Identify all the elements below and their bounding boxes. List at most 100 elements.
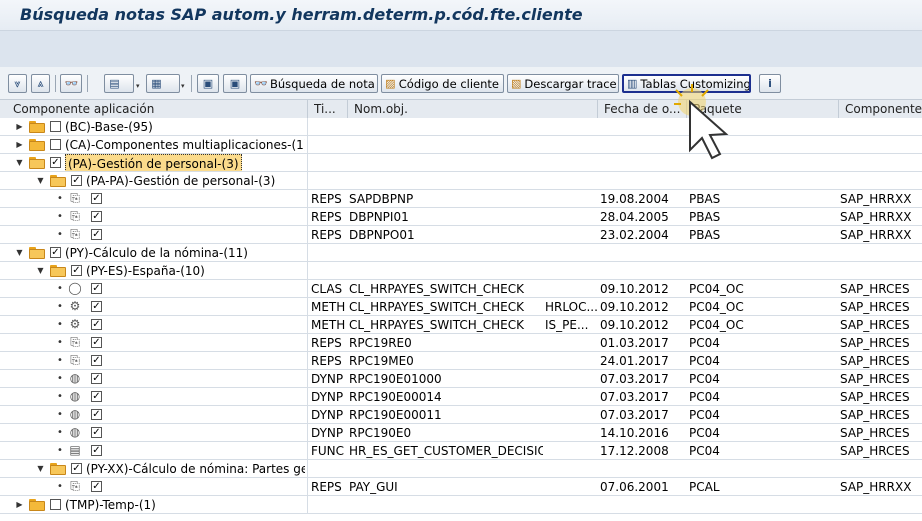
collapse-all-button[interactable]: ⩓ xyxy=(31,74,50,93)
report-icon: ⎘ xyxy=(70,209,80,223)
object-row[interactable]: • ⎘ ✓ REPS SAPDBPNP 19.08.2004 PBAS SAP_HRRXX xyxy=(0,190,922,208)
tree-node-label[interactable]: (PY)-Cálculo de la nómina-(11) xyxy=(65,244,248,262)
col-componente-aplicacion[interactable]: Componente aplicación xyxy=(13,100,303,119)
export-button[interactable]: ▣ xyxy=(223,74,247,93)
tree-node-row[interactable]: ▼ ✓ (PA-PA)-Gestión de personal-(3) xyxy=(0,172,922,190)
tree-node-row[interactable]: ▶ (BC)-Base-(95) xyxy=(0,118,922,136)
object-row[interactable]: • ◍ ✓ DYNP RPC190E01000 07.03.2017 PC04 SAP_HRC… xyxy=(0,370,922,388)
print-button[interactable]: ▤ xyxy=(104,74,134,93)
leaf-bullet-icon: • xyxy=(57,373,63,384)
details-icon: ▣ xyxy=(202,77,214,90)
tree-node-row[interactable]: ▼ ✓ (PY-XX)-Cálculo de nómina: Partes gene xyxy=(0,460,922,478)
expand-all-button[interactable]: ⩔ xyxy=(8,74,27,93)
expand-node-icon[interactable]: ▶ xyxy=(15,136,24,154)
info-icon: i xyxy=(768,77,772,90)
node-checkbox[interactable] xyxy=(50,121,61,132)
node-checkbox[interactable]: ✓ xyxy=(50,157,61,168)
tree-node-label[interactable]: (PA-PA)-Gestión de personal-(3) xyxy=(86,172,275,190)
tree-node-label[interactable]: (PY-ES)-España-(10) xyxy=(86,262,205,280)
object-checkbox[interactable]: ✓ xyxy=(91,193,102,204)
node-checkbox[interactable]: ✓ xyxy=(71,265,82,276)
busqueda-nota-button[interactable]: 👓 Búsqueda de nota xyxy=(250,74,378,93)
object-type: METH xyxy=(311,300,346,314)
object-component: SAP_HRRXX xyxy=(840,480,912,494)
expand-node-icon[interactable]: ▶ xyxy=(15,496,24,514)
tree-node-label[interactable]: (PA)-Gestión de personal-(3) xyxy=(65,154,242,172)
object-subname xyxy=(545,334,597,352)
col-componente[interactable]: Componente xyxy=(845,100,922,119)
object-name: RPC190E00011 xyxy=(349,408,442,422)
object-row[interactable]: • ◯ ✓ CLAS CL_HRPAYES_SWITCH_CHECK 09.10.2012… xyxy=(0,280,922,298)
node-checkbox[interactable]: ✓ xyxy=(50,247,61,258)
collapse-node-icon[interactable]: ▼ xyxy=(36,262,45,280)
object-type: REPS xyxy=(311,192,342,206)
tree-node-row[interactable]: ▼ ✓ (PY-ES)-España-(10) xyxy=(0,262,922,280)
col-nom-obj[interactable]: Nom.obj. xyxy=(354,100,594,119)
object-checkbox[interactable]: ✓ xyxy=(91,211,102,222)
object-row[interactable]: • ◍ ✓ DYNP RPC190E0 14.10.2016 PC04 SAP_HRCES xyxy=(0,424,922,442)
object-checkbox[interactable]: ✓ xyxy=(91,445,102,456)
object-checkbox[interactable]: ✓ xyxy=(91,301,102,312)
collapse-node-icon[interactable]: ▼ xyxy=(15,244,24,262)
object-checkbox[interactable]: ✓ xyxy=(91,337,102,348)
codigo-cliente-button[interactable]: ▨ Código de cliente xyxy=(381,74,504,93)
tree-node-label[interactable]: (BC)-Base-(95) xyxy=(65,118,153,136)
object-date: 24.01.2017 xyxy=(600,354,669,368)
binoculars-icon: 👓 xyxy=(64,77,79,90)
object-type: REPS xyxy=(311,228,342,242)
leaf-bullet-icon: • xyxy=(57,427,63,438)
node-checkbox[interactable] xyxy=(50,139,61,150)
object-row[interactable]: • ⚙ ✓ METH CL_HRPAYES_SWITCH_CHECK HRLOC... 09… xyxy=(0,298,922,316)
print-icon: ▤ xyxy=(109,77,120,90)
object-row[interactable]: • ⎘ ✓ REPS PAY_GUI 07.06.2001 PCAL SAP_HRRXX xyxy=(0,478,922,496)
layout-dropdown[interactable]: ▾ xyxy=(181,80,188,93)
object-checkbox[interactable]: ✓ xyxy=(91,373,102,384)
details-button[interactable]: ▣ xyxy=(197,74,219,93)
col-tipo[interactable]: Ti... xyxy=(314,100,344,119)
object-component: SAP_HRCES xyxy=(840,390,910,404)
object-row[interactable]: • ⎘ ✓ REPS DBPNPO01 23.02.2004 PBAS SAP_HRRXX xyxy=(0,226,922,244)
tree-node-row[interactable]: ▶ (CA)-Componentes multiaplicaciones-(1) xyxy=(0,136,922,154)
tree-node-row[interactable]: ▼ ✓ (PY)-Cálculo de la nómina-(11) xyxy=(0,244,922,262)
object-row[interactable]: • ⎘ ✓ REPS DBPNPI01 28.04.2005 PBAS SAP_HRRXX xyxy=(0,208,922,226)
object-row[interactable]: • ⎘ ✓ REPS RPC19RE0 01.03.2017 PC04 SAP_HRCES xyxy=(0,334,922,352)
print-dropdown[interactable]: ▾ xyxy=(136,80,143,93)
object-row[interactable]: • ▤ ✓ FUNC HR_ES_GET_CUSTOMER_DECISION 17.12.… xyxy=(0,442,922,460)
object-checkbox[interactable]: ✓ xyxy=(91,283,102,294)
object-date: 07.03.2017 xyxy=(600,408,669,422)
collapse-node-icon[interactable]: ▼ xyxy=(36,460,45,478)
collapse-node-icon[interactable]: ▼ xyxy=(15,154,24,172)
object-row[interactable]: • ⎘ ✓ REPS RPC19ME0 24.01.2017 PC04 SAP_HRCES xyxy=(0,352,922,370)
expand-node-icon[interactable]: ▶ xyxy=(15,118,24,136)
object-type: REPS xyxy=(311,480,342,494)
object-row[interactable]: • ◍ ✓ DYNP RPC190E00014 07.03.2017 PC04 SAP_HRC… xyxy=(0,388,922,406)
dynpro-icon: ◍ xyxy=(69,371,81,385)
alv-toolbar: ⩔ ⩓ 👓 ▤ ▾ ▦ ▾ ▣ ▣ 👓 Búsqueda de nota ▨ Cód… xyxy=(0,67,922,99)
tree-node-label[interactable]: (PY-XX)-Cálculo de nómina: Partes gene xyxy=(86,460,305,478)
leaf-bullet-icon: • xyxy=(57,409,63,420)
object-checkbox[interactable]: ✓ xyxy=(91,319,102,330)
tree-node-row[interactable]: ▶ (TMP)-Temp-(1) xyxy=(0,496,922,514)
collapse-node-icon[interactable]: ▼ xyxy=(36,172,45,190)
node-checkbox[interactable] xyxy=(50,499,61,510)
object-checkbox[interactable]: ✓ xyxy=(91,481,102,492)
object-checkbox[interactable]: ✓ xyxy=(91,427,102,438)
object-checkbox[interactable]: ✓ xyxy=(91,355,102,366)
object-name: HR_ES_GET_CUSTOMER_DECISION xyxy=(349,444,543,458)
object-package: PC04 xyxy=(689,408,720,422)
info-button[interactable]: i xyxy=(759,74,781,93)
tree-node-row[interactable]: ▼ ✓ (PA)-Gestión de personal-(3) xyxy=(0,154,922,172)
object-package: PBAS xyxy=(689,228,721,242)
object-checkbox[interactable]: ✓ xyxy=(91,409,102,420)
object-checkbox[interactable]: ✓ xyxy=(91,229,102,240)
layout-button[interactable]: ▦ xyxy=(146,74,180,93)
tree-node-label[interactable]: (TMP)-Temp-(1) xyxy=(65,496,156,514)
tree-node-label[interactable]: (CA)-Componentes multiaplicaciones-(1) xyxy=(65,136,305,154)
object-row[interactable]: • ⚙ ✓ METH CL_HRPAYES_SWITCH_CHECK IS_PE... 09… xyxy=(0,316,922,334)
node-checkbox[interactable]: ✓ xyxy=(71,463,82,474)
object-checkbox[interactable]: ✓ xyxy=(91,391,102,402)
object-row[interactable]: • ◍ ✓ DYNP RPC190E00011 07.03.2017 PC04 SAP_HRC… xyxy=(0,406,922,424)
descargar-trace-button[interactable]: ▧ Descargar trace xyxy=(507,74,619,93)
find-button[interactable]: 👓 xyxy=(60,74,82,93)
node-checkbox[interactable]: ✓ xyxy=(71,175,82,186)
